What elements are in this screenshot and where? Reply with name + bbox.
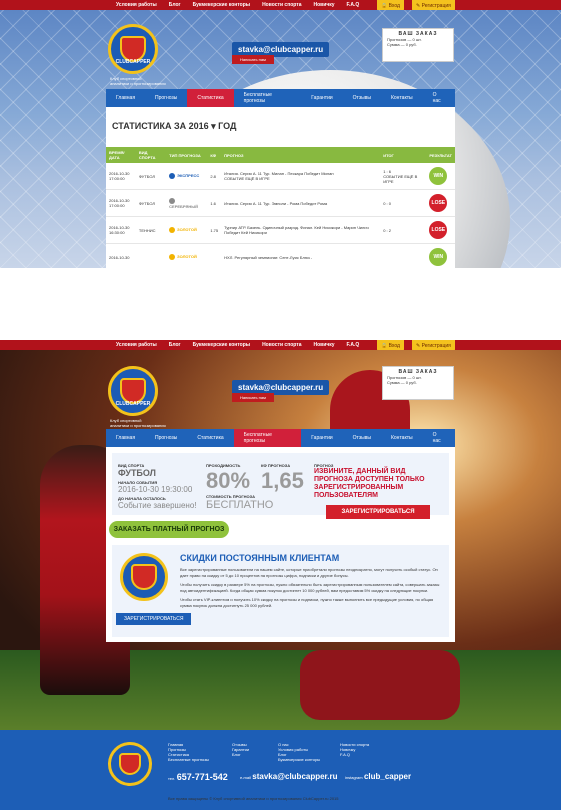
copyright: Все права защищены © Клуб спортивной ана…: [168, 796, 339, 801]
stats-table: ВРЕМЯ/ДАТА ВИД СПОРТА ТИП ПРОГНОЗА КФ ПРОГНО…: [106, 147, 455, 268]
footer-link[interactable]: Бесплатные прогнозы: [168, 757, 209, 762]
logo: CLUBCAPPER: [108, 24, 158, 74]
discount-title: СКИДКИ ПОСТОЯННЫМ КЛИЕНТАМ: [180, 553, 340, 563]
free-forecast-panel: ВИД СПОРТА ФУТБОЛ НАЧАЛО СОБЫТИЯ 2016-10…: [106, 447, 455, 642]
top-bar: Условия работы Блог Букмекерские конторы…: [0, 340, 561, 351]
nav-item-free[interactable]: Бесплатные прогнозы: [233, 429, 302, 447]
top-link[interactable]: Новичку: [314, 2, 335, 8]
nav-item-guarantees[interactable]: Гарантии: [301, 429, 342, 447]
discount-text: Все зарегистрированные пользователи на н…: [180, 567, 438, 578]
footer-link[interactable]: F.A.Q: [340, 752, 350, 757]
table-row: 2016-10-30 17:00:00 ФУТБОЛ ЭКСПРЕСС 2.8 И…: [106, 163, 455, 190]
tagline: Клуб спортивной аналитики и прогнозирован…: [110, 418, 166, 428]
type-dot-icon: [169, 254, 176, 260]
register-button[interactable]: ЗАРЕГИСТРИРОВАТЬСЯ: [326, 505, 430, 519]
top-bar: Условия работы Блог Букмекерские конторы…: [0, 0, 561, 11]
table-row: 2016-10-30 ЗОЛОТОЙ НХЛ. Регулярный чемпи…: [106, 243, 455, 268]
order-receipt[interactable]: ВАШ ЗАКАЗ Прогнозов — 0 шт. Сумма — 0 ру…: [382, 28, 454, 62]
nav-item-reviews[interactable]: Отзывы: [343, 429, 381, 447]
result-badge: LOSE: [429, 194, 448, 212]
footer-instagram[interactable]: instagram club_capper: [345, 772, 411, 781]
nav-item-free[interactable]: Бесплатные прогнозы: [234, 89, 302, 107]
forecast-sport: ФУТБОЛ: [118, 468, 156, 478]
logo: [120, 553, 168, 601]
stats-panel: СТАТИСТИКА ЗА 2016 ▾ ГОД ВРЕМЯ/ДАТА ВИД С…: [106, 107, 455, 268]
top-links: Условия работы Блог Букмекерские конторы…: [116, 2, 359, 8]
lock-icon: 🔒: [381, 2, 389, 9]
result-badge: WIN: [429, 167, 448, 185]
nav-item-stats[interactable]: Статистика: [187, 429, 233, 447]
write-us-button[interactable]: Написать нам: [232, 393, 274, 402]
players-group-image: [300, 650, 460, 720]
top-link[interactable]: Букмекерские конторы: [193, 342, 250, 348]
footer-links: Новости спорта Новичку F.A.Q: [340, 742, 369, 757]
forecast-countdown: Событие завершено!: [118, 501, 197, 510]
top-link[interactable]: Условия работы: [116, 2, 157, 8]
nav-item-stats[interactable]: Статистика: [187, 89, 234, 107]
nav-item-reviews[interactable]: Отзывы: [343, 89, 381, 107]
discount-text: Чтобы получить скидку в размере 5% на пр…: [180, 582, 440, 593]
nav-item-forecasts[interactable]: Прогнозы: [145, 429, 187, 447]
lock-icon: 🔒: [381, 342, 389, 349]
nav-item-guarantees[interactable]: Гарантии: [301, 89, 342, 107]
top-links: Условия работы Блог Букмекерские конторы…: [116, 342, 359, 348]
table-header: ВРЕМЯ/ДАТА ВИД СПОРТА ТИП ПРОГНОЗА КФ ПРОГНО…: [106, 147, 455, 163]
top-link[interactable]: Блог: [169, 2, 181, 8]
nav-item-home[interactable]: Главная: [106, 429, 145, 447]
forecast-kf: 1,65: [261, 468, 304, 493]
footer-links: Отзывы Гарантии Блог: [232, 742, 249, 757]
nav-item-contacts[interactable]: Контакты: [381, 89, 423, 107]
top-link[interactable]: Новости спорта: [262, 2, 301, 8]
top-link[interactable]: F.A.Q: [347, 342, 360, 348]
order-paid-forecast-button[interactable]: ЗАКАЗАТЬ ПЛАТНЫЙ ПРОГНОЗ: [109, 521, 229, 538]
result-badge: WIN: [429, 248, 448, 266]
main-nav: Главная Прогнозы Статистика Бесплатные п…: [106, 429, 455, 447]
top-link[interactable]: Новости спорта: [262, 342, 301, 348]
discount-register-button[interactable]: ЗАРЕГИСТРИРОВАТЬСЯ: [116, 613, 192, 625]
main-nav: Главная Прогнозы Статистика Бесплатные п…: [106, 89, 455, 107]
nav-item-home[interactable]: Главная: [106, 89, 145, 107]
top-link[interactable]: F.A.Q: [347, 2, 360, 8]
nav-item-about[interactable]: О нас: [423, 89, 455, 107]
discount-text: Чтобы стать VIP-клиентом и получить 10% …: [180, 597, 434, 608]
top-link[interactable]: Букмекерские конторы: [193, 2, 250, 8]
nav-item-forecasts[interactable]: Прогнозы: [145, 89, 187, 107]
footer-link[interactable]: Блог: [232, 752, 241, 757]
top-link[interactable]: Условия работы: [116, 342, 157, 348]
table-row: 2016-10-30 16:30:00 ТЕННИС ЗОЛОТОЙ 1.75 Т…: [106, 216, 455, 244]
type-dot-icon: [169, 227, 176, 233]
footer-links: О нас Условия работы Блог Букмекерские конт…: [278, 742, 320, 762]
shield-icon: [131, 564, 157, 590]
footer-links: Главная Прогнозы Статистика Бесплатные прог…: [168, 742, 209, 762]
nav-item-about[interactable]: О нас: [423, 429, 455, 447]
table-row: 2016-10-30 17:00:00 ФУТБОЛ СЕРЕБРЯНЫЙ 1.6…: [106, 189, 455, 217]
nav-item-contacts[interactable]: Контакты: [381, 429, 423, 447]
forecast-start: 2016-10-30 19:30:00: [118, 485, 193, 494]
shield-icon: [118, 752, 142, 776]
footer-link[interactable]: Букмекерские конторы: [278, 757, 320, 762]
footer-phone: тел. 657-771-542: [168, 772, 228, 782]
footer-email[interactable]: e-mail stavka@clubcapper.ru: [240, 772, 337, 781]
footer: Главная Прогнозы Статистика Бесплатные прог…: [0, 730, 561, 810]
top-link[interactable]: Новичку: [314, 342, 335, 348]
logo: [108, 742, 152, 786]
order-receipt[interactable]: ВАШ ЗАКАЗ Прогнозов — 0 шт. Сумма — 0 ру…: [382, 366, 454, 400]
write-us-button[interactable]: Написать нам: [232, 55, 274, 64]
forecast-price: БЕСПЛАТНО: [206, 499, 274, 511]
logo: CLUBCAPPER: [108, 366, 158, 416]
top-link[interactable]: Блог: [169, 342, 181, 348]
stats-title: СТАТИСТИКА ЗА 2016 ▾ ГОД: [112, 121, 237, 131]
type-dot-icon: [169, 173, 176, 179]
result-badge: LOSE: [429, 221, 448, 239]
tagline: Клуб спортивной аналитики и прогнозирован…: [110, 76, 166, 86]
forecast-warning: ИЗВИНИТЕ, ДАННЫЙ ВИД ПРОГНОЗА ДОСТУПЕН Т…: [314, 468, 425, 499]
